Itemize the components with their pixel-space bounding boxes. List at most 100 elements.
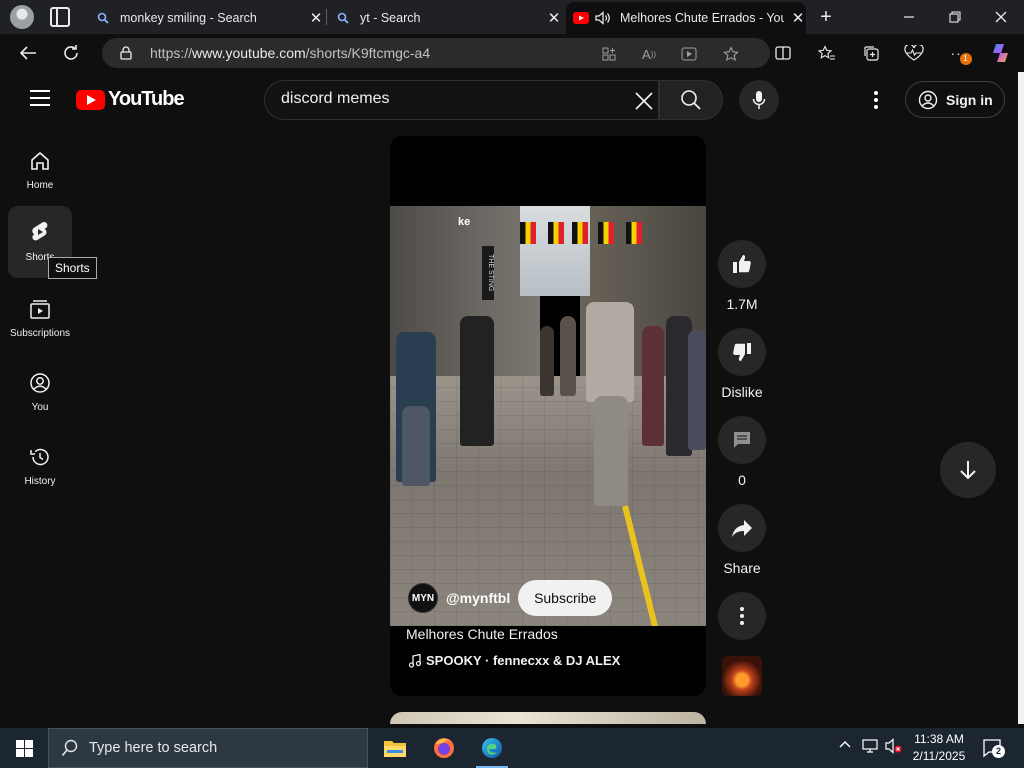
- voice-search-button[interactable]: [739, 80, 779, 120]
- bing-search-icon: [336, 11, 350, 25]
- shorts-icon: [32, 222, 48, 241]
- close-tab-icon[interactable]: ✕: [546, 9, 562, 27]
- favorites-icon[interactable]: [816, 42, 838, 64]
- next-short-preview[interactable]: [390, 712, 706, 724]
- subscribe-button[interactable]: Subscribe: [518, 580, 613, 616]
- collections-icon[interactable]: [860, 42, 882, 64]
- notification-center-icon[interactable]: 2: [982, 738, 1005, 758]
- close-window-icon[interactable]: [988, 4, 1014, 30]
- shorts-player[interactable]: ke THE STING MYN @mynftbl Subscribe Melh…: [390, 136, 706, 696]
- next-video-button[interactable]: [940, 442, 996, 498]
- youtube-wordmark: YouTube: [108, 88, 185, 110]
- short-title[interactable]: Melhores Chute Errados: [406, 626, 558, 642]
- home-icon: [31, 151, 49, 170]
- like-action: 1.7M: [718, 240, 766, 312]
- clear-search-icon[interactable]: [633, 90, 655, 112]
- close-tab-icon[interactable]: ✕: [790, 9, 806, 27]
- like-button[interactable]: [718, 240, 766, 288]
- taskbar-clock[interactable]: 11:38 AM 2/11/2025: [908, 731, 970, 765]
- new-tab-icon[interactable]: +: [813, 4, 839, 30]
- sidebar-item-subscriptions[interactable]: Subscriptions: [8, 284, 72, 356]
- network-icon[interactable]: [862, 738, 880, 757]
- search-icon: [681, 90, 701, 110]
- browser-essentials-icon[interactable]: [903, 42, 925, 64]
- restore-icon[interactable]: [942, 4, 968, 30]
- sidebar-item-history[interactable]: History: [8, 432, 72, 504]
- thumbs-down-icon: [733, 343, 751, 361]
- music-note-icon: [408, 653, 422, 668]
- show-hidden-icons-icon[interactable]: [838, 738, 852, 755]
- firefox-icon[interactable]: [420, 728, 468, 768]
- search-button[interactable]: [659, 80, 723, 120]
- subscriptions-icon: [30, 300, 50, 319]
- taskbar-search-placeholder: Type here to search: [89, 740, 218, 756]
- tab-actions-icon[interactable]: [50, 7, 70, 27]
- comment-count: 0: [738, 472, 746, 488]
- youtube-play-icon: [76, 89, 105, 110]
- tab-title: yt - Search: [360, 11, 421, 25]
- account-icon: [918, 90, 938, 109]
- bing-search-icon: [96, 11, 110, 25]
- sign-in-button[interactable]: Sign in: [905, 81, 1005, 118]
- profile-avatar[interactable]: [10, 5, 34, 29]
- address-bar-row: https://www.youtube.com/shorts/K9ftcmgc-…: [0, 34, 1024, 72]
- page-scrollbar[interactable]: [1018, 72, 1024, 724]
- share-action: Share: [718, 504, 766, 576]
- sidebar-item-you[interactable]: You: [8, 358, 72, 430]
- comments-button[interactable]: [718, 416, 766, 464]
- sidebar-label: You: [31, 402, 49, 413]
- settings-menu-icon[interactable]: [866, 88, 886, 112]
- microphone-icon: [752, 91, 766, 109]
- channel-avatar[interactable]: MYN: [408, 583, 438, 613]
- video-frame[interactable]: ke THE STING: [390, 206, 706, 626]
- search-input[interactable]: [281, 90, 621, 108]
- minimize-icon[interactable]: [896, 4, 922, 30]
- sidebar-label: Home: [26, 180, 54, 191]
- more-options-button[interactable]: [718, 592, 766, 640]
- app-available-icon[interactable]: [600, 45, 618, 63]
- comment-icon: [734, 432, 750, 448]
- dislike-button[interactable]: [718, 328, 766, 376]
- video-text-overlay: ke: [458, 216, 471, 228]
- tab-title: Melhores Chute Errados - YouTube: [620, 11, 784, 25]
- tab-monkey-smiling[interactable]: monkey smiling - Search ✕: [88, 2, 324, 34]
- address-bar[interactable]: https://www.youtube.com/shorts/K9ftcmgc-…: [102, 38, 770, 68]
- favorite-star-icon[interactable]: [722, 45, 740, 63]
- sign-in-label: Sign in: [946, 91, 993, 108]
- refresh-icon[interactable]: [60, 42, 82, 64]
- history-icon: [30, 448, 49, 466]
- back-arrow-icon[interactable]: [17, 42, 39, 64]
- lock-icon[interactable]: [120, 46, 132, 60]
- volume-muted-icon[interactable]: [885, 738, 903, 757]
- search-box[interactable]: [264, 80, 659, 120]
- speaker-icon[interactable]: [594, 11, 612, 25]
- sidebar-label: History: [24, 476, 56, 487]
- read-aloud-icon[interactable]: A)): [640, 45, 658, 63]
- file-explorer-icon[interactable]: [371, 728, 419, 768]
- taskbar-search-box[interactable]: Type here to search: [48, 728, 368, 768]
- menu-icon[interactable]: [30, 90, 50, 106]
- sidebar-item-home[interactable]: Home: [8, 136, 72, 208]
- sound-thumbnail[interactable]: [722, 656, 762, 696]
- tab-title: monkey smiling - Search: [120, 11, 257, 25]
- share-button[interactable]: [718, 504, 766, 552]
- split-screen-icon[interactable]: [772, 42, 794, 64]
- copilot-icon[interactable]: [990, 42, 1012, 64]
- close-tab-icon[interactable]: ✕: [308, 9, 324, 27]
- shorts-tooltip: Shorts: [48, 257, 97, 279]
- settings-more-icon[interactable]: ··· 1: [948, 42, 972, 65]
- extension-badge: 1: [960, 53, 972, 65]
- music-label: SPOOKY · fennecxx & DJ ALEX: [426, 653, 621, 668]
- you-icon: [30, 373, 50, 393]
- windows-start-icon[interactable]: [16, 740, 33, 757]
- edge-icon[interactable]: [468, 728, 516, 768]
- sidebar-label: Subscriptions: [9, 328, 71, 339]
- immersive-reader-icon[interactable]: [680, 45, 698, 63]
- short-music-link[interactable]: SPOOKY · fennecxx & DJ ALEX: [408, 653, 620, 668]
- youtube-logo[interactable]: YouTube: [76, 88, 185, 111]
- share-label: Share: [723, 560, 761, 576]
- tab-yt-search[interactable]: yt - Search ✕: [328, 2, 562, 34]
- clock-time: 11:38 AM: [914, 732, 964, 746]
- tab-youtube-short[interactable]: Melhores Chute Errados - YouTube ✕: [566, 2, 806, 34]
- channel-handle[interactable]: @mynftbl: [446, 590, 510, 606]
